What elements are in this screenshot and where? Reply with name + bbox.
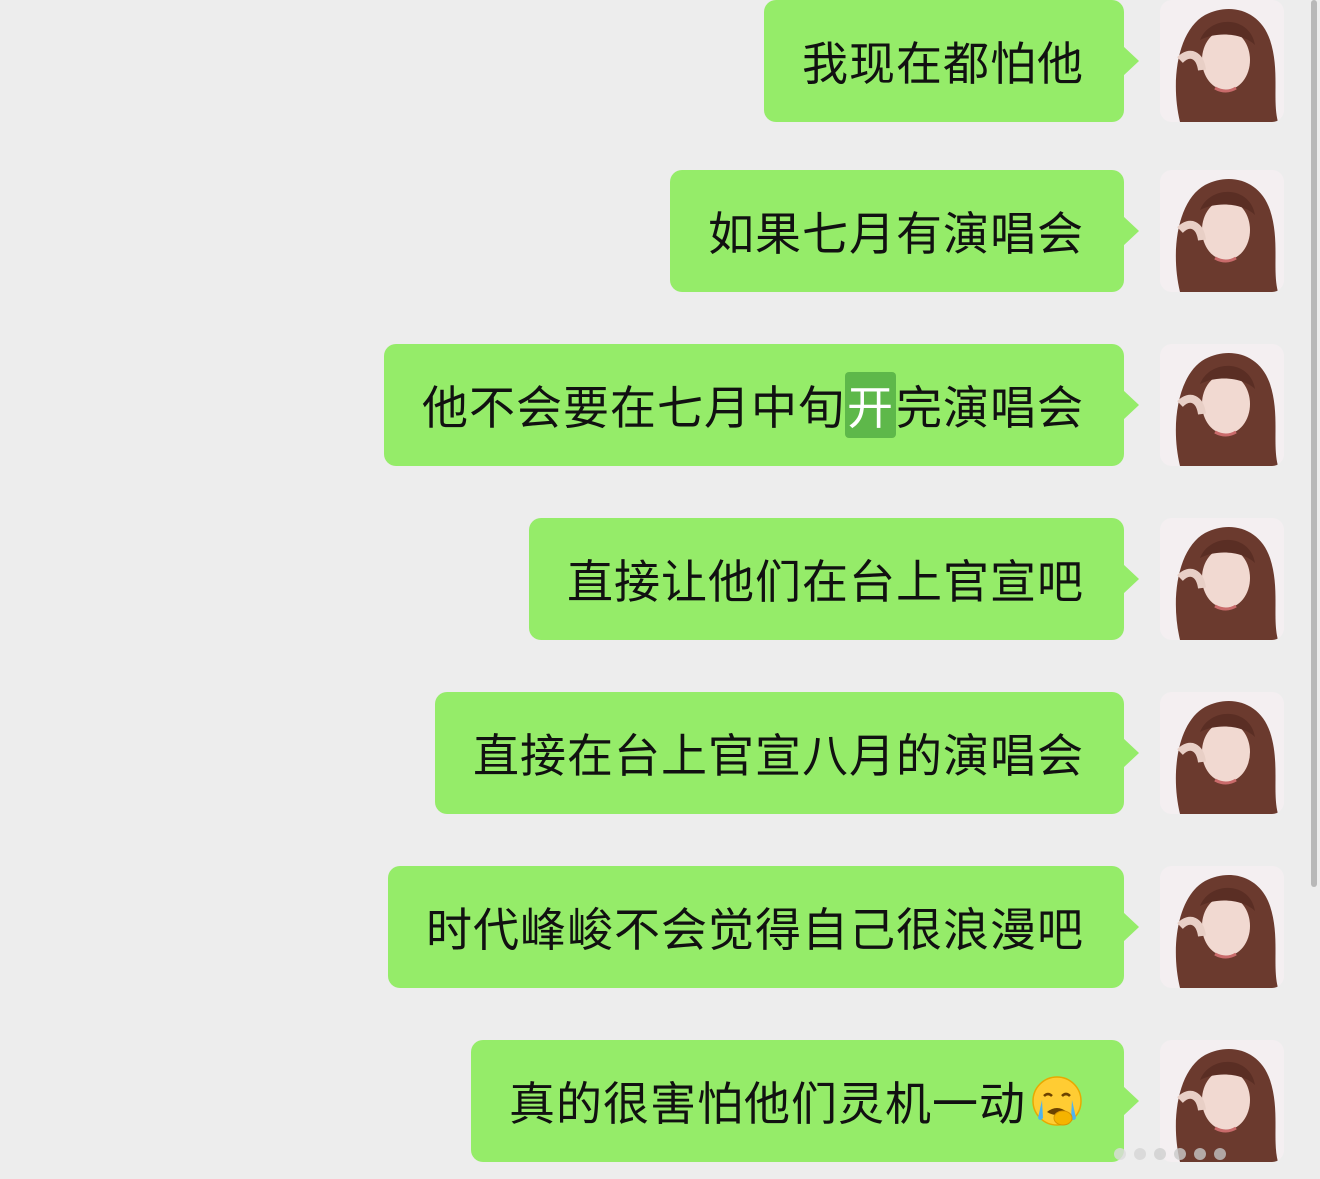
message-text: 我现在都怕他 [802,37,1084,91]
scrollbar[interactable] [1311,0,1317,887]
message-text: 直接在台上官宣八月的演唱会 [473,729,1084,783]
highlighted-character: 开 [845,372,896,438]
avatar-portrait-icon [1160,170,1284,292]
avatar[interactable] [1160,518,1284,640]
message-bubble[interactable]: 直接让他们在台上官宣吧 [529,518,1139,640]
message-row: 直接让他们在台上官宣吧 [529,518,1284,640]
avatar[interactable] [1160,170,1284,292]
avatar-portrait-icon [1160,0,1284,122]
avatar[interactable] [1160,344,1284,466]
avatar[interactable] [1160,692,1284,814]
message-bubble[interactable]: 时代峰峻不会觉得自己很浪漫吧 [388,866,1139,988]
avatar-portrait-icon [1160,692,1284,814]
avatar[interactable] [1160,0,1284,122]
message-text-before: 他不会要在七月中旬 [422,381,845,435]
crying-face-icon [1032,1076,1082,1126]
message-text: 直接让他们在台上官宣吧 [567,555,1084,609]
message-bubble[interactable]: 真的很害怕他们灵机一动 [471,1040,1139,1162]
message-text: 真的很害怕他们灵机一动 [509,1077,1026,1131]
message-text: 时代峰峻不会觉得自己很浪漫吧 [426,903,1084,957]
message-bubble[interactable]: 如果七月有演唱会 [670,170,1139,292]
message-row: 他不会要在七月中旬开完演唱会 [384,344,1284,466]
message-text-after: 完演唱会 [896,381,1084,435]
avatar-portrait-icon [1160,866,1284,988]
message-bubble[interactable]: 他不会要在七月中旬开完演唱会 [384,344,1139,466]
watermark-logo [1114,1148,1226,1160]
message-bubble[interactable]: 我现在都怕他 [764,0,1139,122]
message-row: 直接在台上官宣八月的演唱会 [435,692,1284,814]
avatar[interactable] [1160,866,1284,988]
avatar-portrait-icon [1160,344,1284,466]
avatar-portrait-icon [1160,518,1284,640]
message-row: 时代峰峻不会觉得自己很浪漫吧 [388,866,1284,988]
message-text: 如果七月有演唱会 [708,207,1084,261]
message-row: 我现在都怕他 [764,0,1284,122]
chat-window: 我现在都怕他 如果七月有演唱会 他不会要在七月中旬 开 完演唱会 直接让他们在台… [0,0,1320,1179]
message-bubble[interactable]: 直接在台上官宣八月的演唱会 [435,692,1139,814]
message-row: 如果七月有演唱会 [670,170,1284,292]
